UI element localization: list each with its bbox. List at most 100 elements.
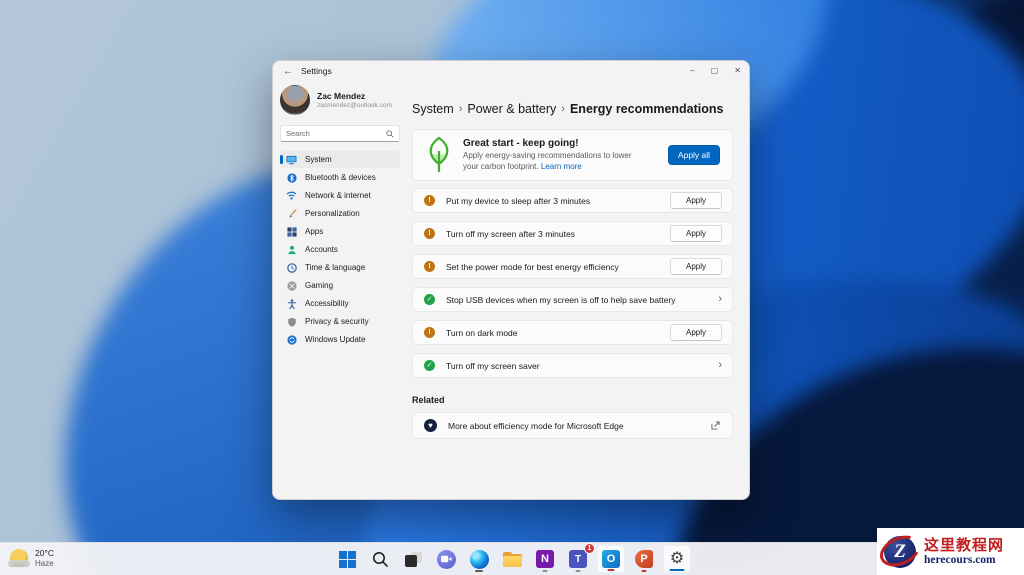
related-row[interactable]: ♥ More about efficiency mode for Microso…	[412, 412, 733, 439]
onenote-button[interactable]: N	[531, 545, 559, 573]
file-explorer-button[interactable]	[498, 545, 526, 573]
sidebar-item-time-language[interactable]: Time & language	[280, 259, 400, 276]
sidebar-item-label: Time & language	[305, 263, 365, 272]
weather-widget[interactable]: 20°C Haze	[10, 544, 54, 572]
recommendation-label: Stop USB devices when my screen is off t…	[446, 295, 675, 305]
sidebar-item-label: Windows Update	[305, 335, 365, 344]
apps-icon	[286, 226, 297, 237]
taskbar-search-button[interactable]	[366, 545, 394, 573]
sidebar-item-label: Accessibility	[305, 299, 349, 308]
sidebar-nav: System Bluetooth & devices Network & int…	[280, 151, 400, 348]
check-icon: ✓	[424, 294, 435, 305]
external-link-icon[interactable]	[711, 421, 720, 430]
recommendation-label: Turn on dark mode	[446, 328, 518, 338]
search-box[interactable]	[280, 125, 400, 142]
sidebar-item-label: System	[305, 155, 332, 164]
apply-button[interactable]: Apply	[670, 324, 722, 341]
sidebar-item-network[interactable]: Network & internet	[280, 187, 400, 204]
start-button[interactable]	[333, 545, 361, 573]
powerpoint-icon: P	[635, 550, 653, 568]
powerpoint-button[interactable]: P	[630, 545, 658, 573]
recommendation-row: ! Turn on dark mode Apply	[412, 320, 733, 345]
settings-sidebar: Zac Mendez zacmendez@outlook.com	[273, 81, 406, 500]
outlook-icon: O	[602, 550, 620, 568]
sidebar-item-label: Privacy & security	[305, 317, 369, 326]
sidebar-item-label: Network & internet	[305, 191, 371, 200]
running-indicator	[642, 570, 647, 572]
onenote-icon: N	[536, 550, 554, 568]
teams-icon: T	[569, 550, 587, 568]
warning-icon: !	[424, 195, 435, 206]
clock-globe-icon	[286, 262, 297, 273]
settings-window: ← Settings – ▢ ✕ Zac Mendez zacmendez@ou…	[272, 60, 750, 500]
search-icon	[386, 130, 394, 138]
sidebar-item-accessibility[interactable]: Accessibility	[280, 295, 400, 312]
apply-button[interactable]: Apply	[670, 225, 722, 242]
attention-indicator	[608, 569, 615, 571]
chat-button[interactable]	[432, 545, 460, 573]
sidebar-item-system[interactable]: System	[280, 151, 400, 168]
search-input[interactable]	[286, 129, 386, 138]
close-button[interactable]: ✕	[734, 67, 741, 75]
minimize-button[interactable]: –	[690, 67, 694, 75]
settings-taskbar-button[interactable]: ⚙	[663, 545, 691, 573]
recommendation-row[interactable]: ✓ Turn off my screen saver ›	[412, 353, 733, 378]
chat-icon	[437, 550, 456, 569]
sidebar-item-bluetooth[interactable]: Bluetooth & devices	[280, 169, 400, 186]
user-email: zacmendez@outlook.com	[317, 102, 392, 109]
search-icon	[372, 551, 389, 568]
chevron-right-icon[interactable]: ›	[718, 294, 722, 305]
bluetooth-icon	[286, 172, 297, 183]
breadcrumb-system[interactable]: System	[412, 102, 454, 116]
check-icon: ✓	[424, 360, 435, 371]
sidebar-item-accounts[interactable]: Accounts	[280, 241, 400, 258]
logo-ring	[875, 529, 925, 572]
warning-icon: !	[424, 327, 435, 338]
sidebar-item-gaming[interactable]: Gaming	[280, 277, 400, 294]
folder-icon	[503, 552, 522, 567]
recommendation-row: ! Turn off my screen after 3 minutes App…	[412, 221, 733, 246]
avatar	[280, 85, 310, 115]
edge-efficiency-icon: ♥	[424, 419, 437, 432]
watermark-site: herecours.com	[924, 554, 1004, 566]
related-header: Related	[412, 395, 733, 405]
running-indicator	[543, 570, 548, 572]
breadcrumb-separator: ›	[459, 103, 463, 115]
recommendation-row[interactable]: ✓ Stop USB devices when my screen is off…	[412, 287, 733, 312]
sidebar-item-privacy[interactable]: Privacy & security	[280, 313, 400, 330]
sidebar-item-label: Apps	[305, 227, 323, 236]
weather-temperature: 20°C	[35, 548, 54, 558]
sidebar-item-apps[interactable]: Apps	[280, 223, 400, 240]
sidebar-item-label: Bluetooth & devices	[305, 173, 376, 182]
desktop: ← Settings – ▢ ✕ Zac Mendez zacmendez@ou…	[0, 0, 1024, 575]
maximize-button[interactable]: ▢	[711, 67, 719, 75]
banner-description: Apply energy-saving recommendations to l…	[463, 151, 633, 173]
sidebar-item-personalization[interactable]: Personalization	[280, 205, 400, 222]
recommendation-label: Turn off my screen saver	[446, 361, 540, 371]
notification-badge: 1	[584, 543, 595, 554]
breadcrumb-power-battery[interactable]: Power & battery	[467, 102, 556, 116]
task-view-button[interactable]	[399, 545, 427, 573]
apply-all-button[interactable]: Apply all	[668, 145, 720, 165]
recommendation-row: ! Put my device to sleep after 3 minutes…	[412, 188, 733, 213]
edge-icon	[470, 550, 489, 569]
breadcrumb-separator: ›	[561, 103, 565, 115]
settings-main: System › Power & battery › Energy recomm…	[406, 81, 749, 500]
outlook-button[interactable]: O	[597, 545, 625, 573]
teams-button[interactable]: T 1	[564, 545, 592, 573]
back-button[interactable]: ←	[283, 66, 297, 77]
apply-button[interactable]: Apply	[670, 258, 722, 275]
apply-button[interactable]: Apply	[670, 192, 722, 209]
haze-sun-icon	[10, 549, 28, 567]
banner-title: Great start - keep going!	[463, 138, 633, 149]
energy-banner: Great start - keep going! Apply energy-s…	[412, 129, 733, 181]
chevron-right-icon[interactable]: ›	[718, 360, 722, 371]
learn-more-link[interactable]: Learn more	[541, 162, 582, 171]
related-label: More about efficiency mode for Microsoft…	[448, 421, 624, 431]
wifi-icon	[286, 190, 297, 201]
running-indicator	[475, 570, 483, 572]
account-summary[interactable]: Zac Mendez zacmendez@outlook.com	[280, 85, 400, 115]
sidebar-item-windows-update[interactable]: Windows Update	[280, 331, 400, 348]
edge-button[interactable]	[465, 545, 493, 573]
warning-icon: !	[424, 228, 435, 239]
